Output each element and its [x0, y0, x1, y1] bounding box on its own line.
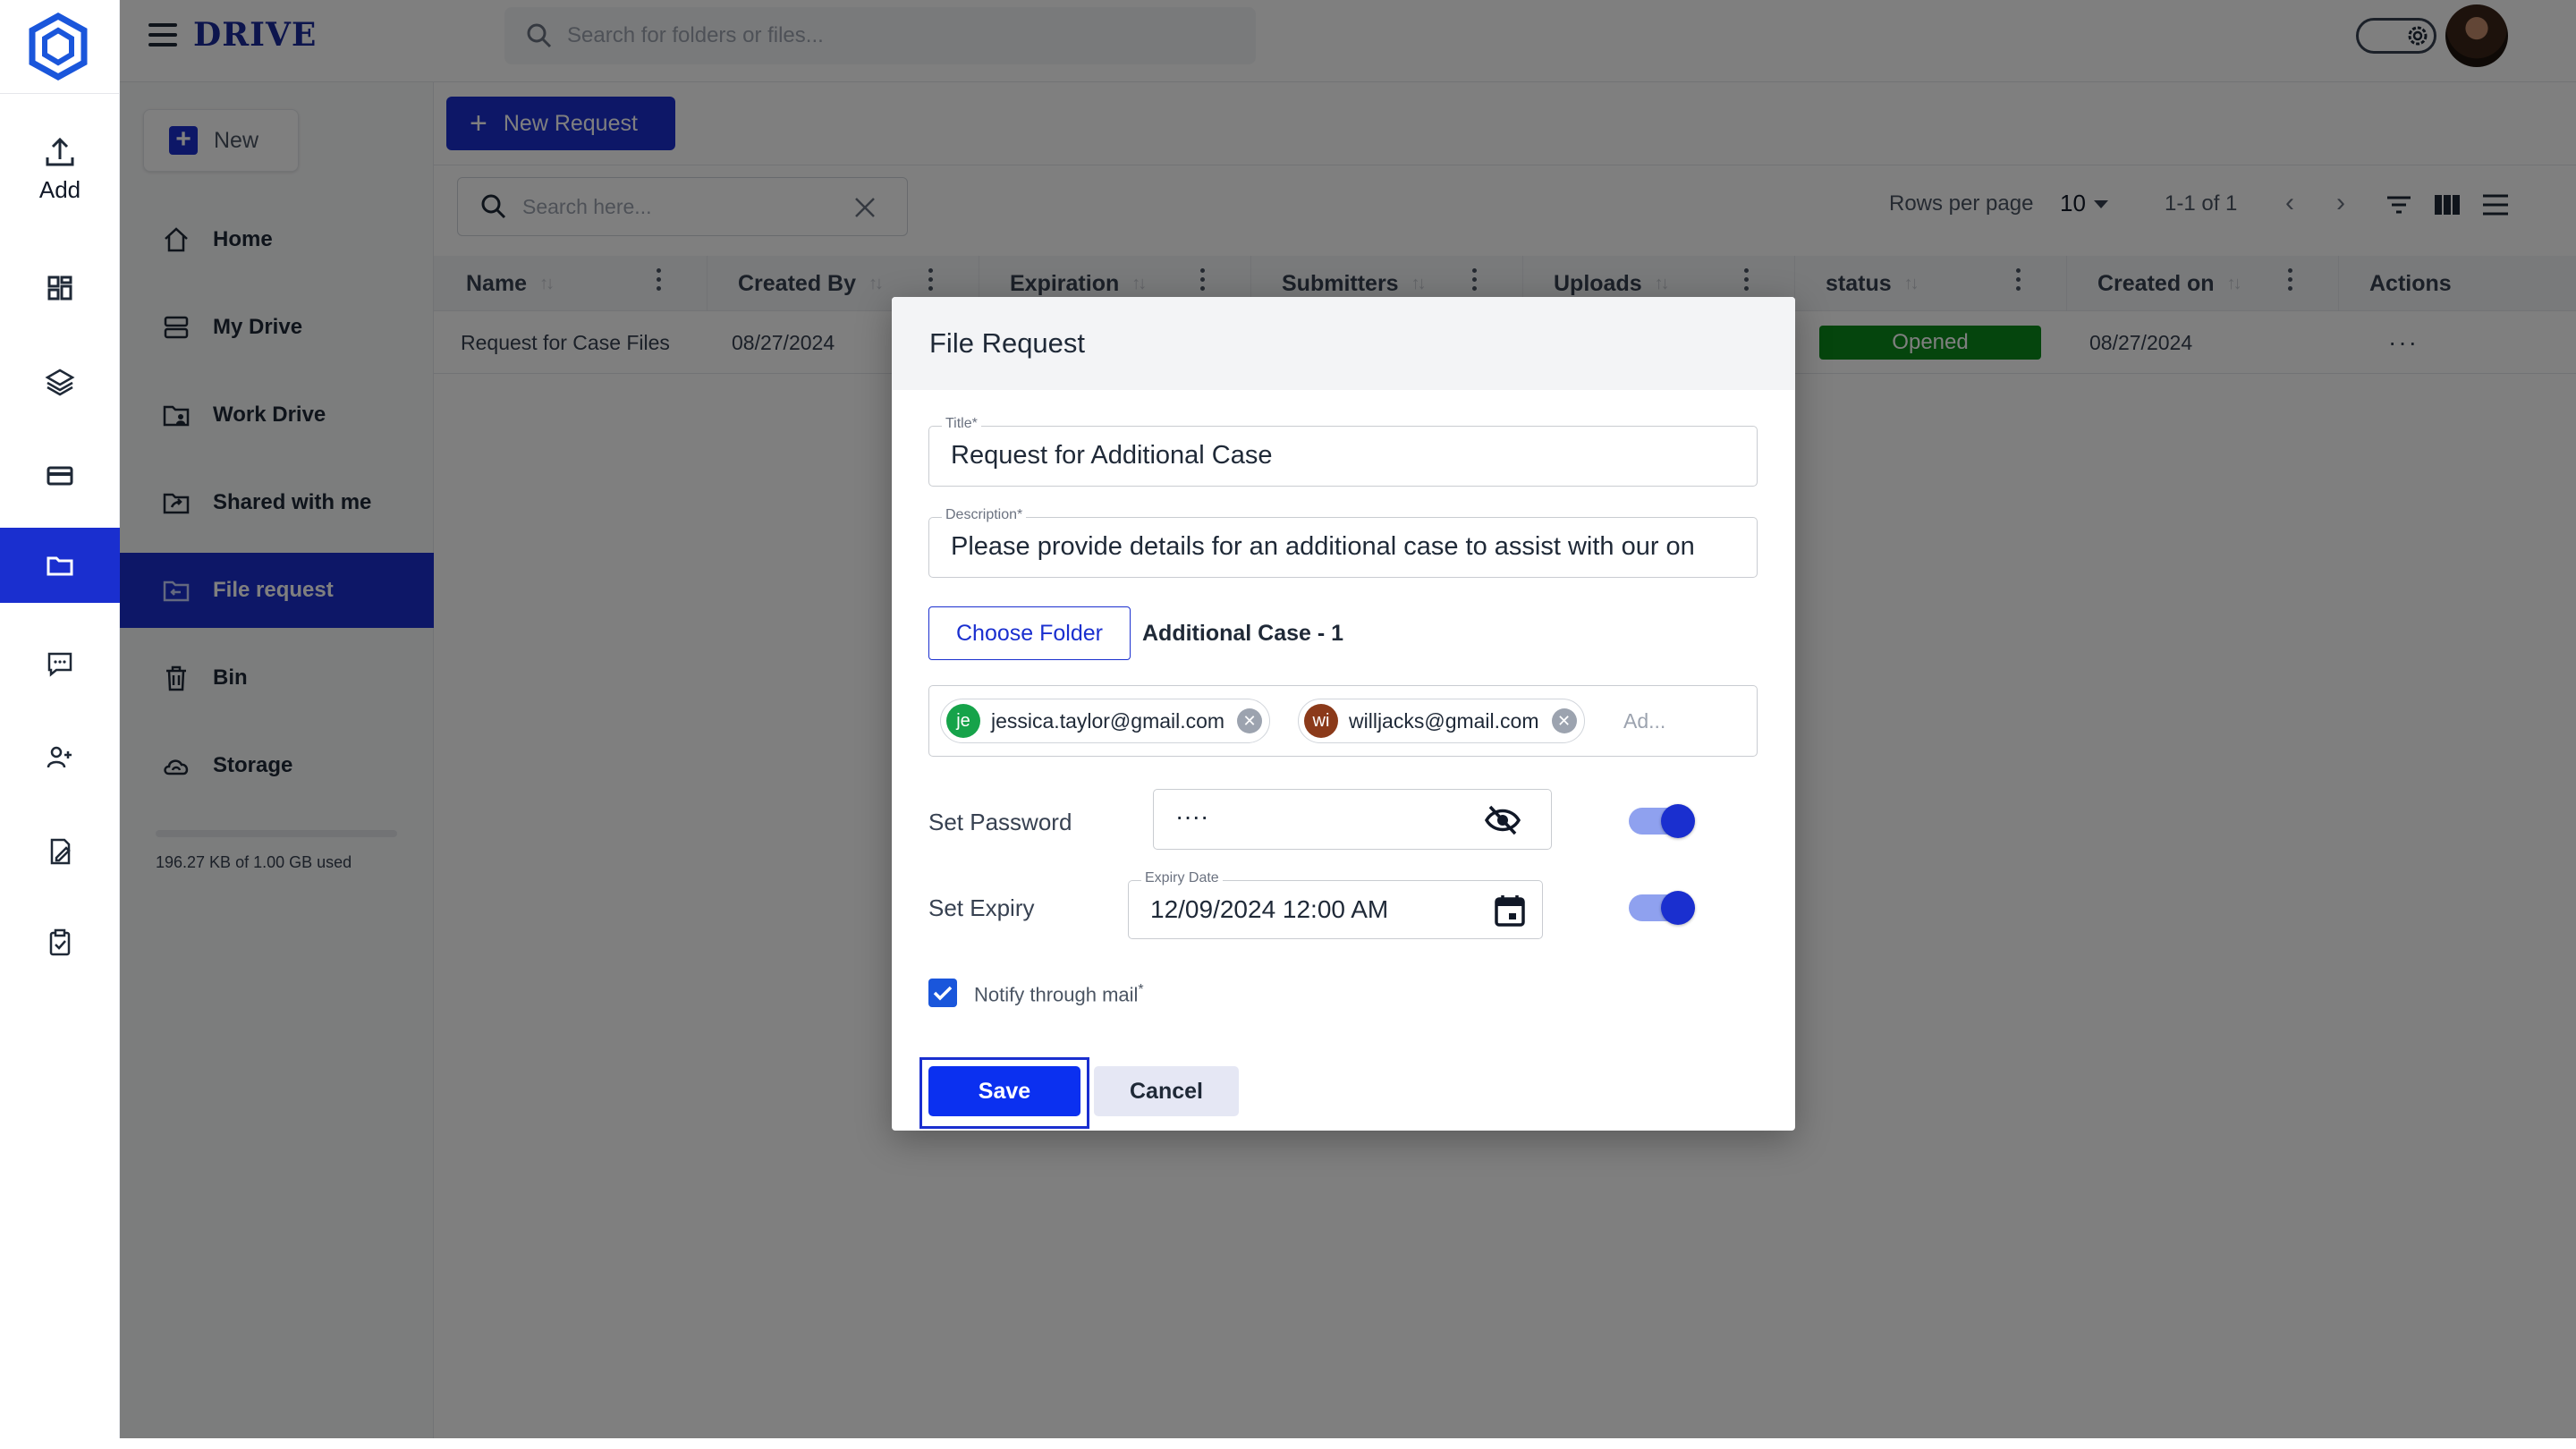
- edit-document-icon: [50, 838, 71, 865]
- file-request-dialog: File Request Title* Request for Addition…: [892, 297, 1795, 1131]
- title-field[interactable]: Title* Request for Additional Case: [928, 416, 1758, 487]
- description-field-label: Description*: [942, 507, 1027, 523]
- recipient-email: jessica.taylor@gmail.com: [991, 708, 1225, 733]
- choose-folder-button[interactable]: Choose Folder: [928, 606, 1131, 660]
- calendar-icon[interactable]: [1494, 894, 1526, 928]
- expiry-date-value[interactable]: 12/09/2024 12:00 AM: [1150, 895, 1388, 924]
- dialog-title: File Request: [929, 327, 1086, 359]
- recipient-email: willjacks@gmail.com: [1349, 708, 1539, 733]
- rail-users[interactable]: [0, 720, 120, 795]
- upload-icon: [46, 137, 74, 166]
- required-marker: *: [1138, 982, 1144, 997]
- notify-checkbox[interactable]: [928, 979, 957, 1007]
- folder-icon: [47, 556, 73, 576]
- set-password-label: Set Password: [928, 809, 1072, 835]
- app-logo-icon[interactable]: [27, 13, 89, 80]
- cancel-button[interactable]: Cancel: [1094, 1066, 1239, 1116]
- rail-layers[interactable]: [0, 344, 120, 419]
- checkmark-icon: [933, 986, 953, 1001]
- notify-label: Notify through mail*: [974, 982, 1144, 1006]
- notify-label-text: Notify through mail: [974, 983, 1139, 1006]
- add-label: Add: [38, 176, 81, 203]
- set-expiry-label: Set Expiry: [928, 894, 1035, 921]
- expiry-date-field[interactable]: Expiry Date 12/09/2024 12:00 AM: [1128, 870, 1543, 939]
- password-toggle[interactable]: [1629, 804, 1695, 838]
- description-field[interactable]: Description* Please provide details for …: [928, 507, 1758, 578]
- rail-messages[interactable]: [0, 626, 120, 701]
- layers-icon: [45, 369, 75, 396]
- eye-off-icon[interactable]: [1485, 804, 1521, 836]
- clipboard-icon: [49, 928, 71, 956]
- rail-divider: [0, 93, 120, 94]
- selected-folder-name: Additional Case - 1: [1142, 621, 1344, 646]
- dialog-header: File Request: [892, 297, 1795, 390]
- remove-chip-icon[interactable]: ✕: [1237, 708, 1263, 733]
- password-field[interactable]: ····: [1153, 789, 1552, 850]
- rail-tasks[interactable]: [0, 905, 120, 980]
- rail-payments[interactable]: [0, 438, 120, 513]
- description-field-value[interactable]: Please provide details for an additional…: [951, 532, 1747, 562]
- rail-files[interactable]: [0, 528, 120, 603]
- recipient-avatar: wi: [1304, 704, 1338, 738]
- add-user-icon: [47, 746, 72, 768]
- credit-card-icon: [47, 466, 73, 486]
- remove-chip-icon[interactable]: ✕: [1551, 708, 1577, 733]
- dashboard-icon: [47, 275, 72, 301]
- recipient-chip: wi willjacks@gmail.com ✕: [1298, 699, 1585, 743]
- title-field-label: Title*: [942, 416, 981, 432]
- rail-dashboard[interactable]: [0, 250, 120, 326]
- expiry-toggle[interactable]: [1629, 891, 1695, 925]
- chat-icon: [47, 652, 72, 677]
- recipient-input[interactable]: Ad...: [1623, 709, 1665, 733]
- bottom-edge: [0, 1438, 2576, 1449]
- title-field-value[interactable]: Request for Additional Case: [951, 441, 1273, 470]
- recipient-chip: je jessica.taylor@gmail.com ✕: [940, 699, 1271, 743]
- rail-edit[interactable]: [0, 814, 120, 889]
- add-button[interactable]: Add: [0, 134, 120, 204]
- recipient-avatar: je: [946, 704, 980, 738]
- password-value[interactable]: ····: [1175, 802, 1208, 831]
- recipients-field[interactable]: je jessica.taylor@gmail.com ✕ wi willjac…: [928, 685, 1758, 757]
- save-button[interactable]: Save: [928, 1066, 1080, 1116]
- expiry-date-label: Expiry Date: [1141, 870, 1223, 886]
- icon-rail: Add: [0, 0, 120, 1449]
